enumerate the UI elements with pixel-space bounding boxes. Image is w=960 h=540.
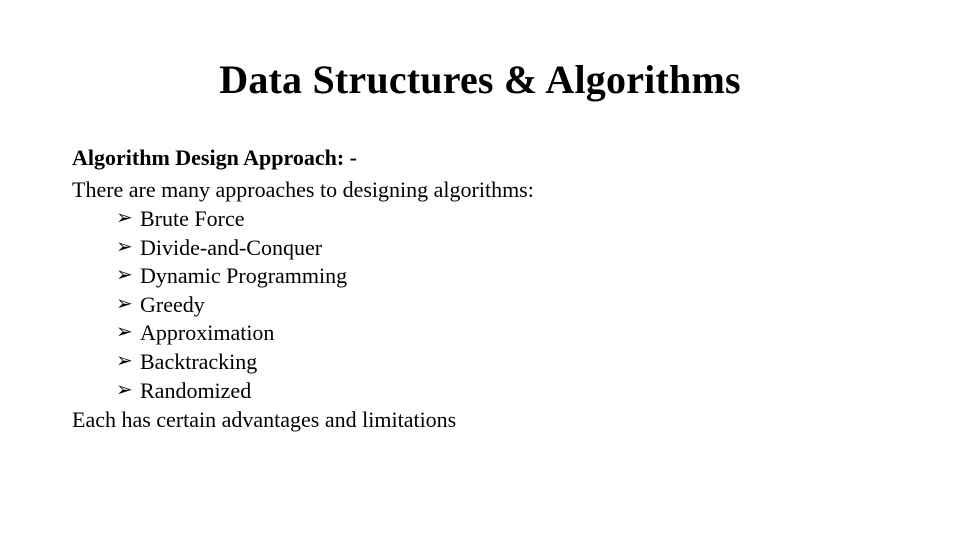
closing-line: Each has certain advantages and limitati… bbox=[72, 407, 888, 433]
approach-list: Brute Force Divide-and-Conquer Dynamic P… bbox=[116, 205, 888, 405]
list-item: Brute Force bbox=[116, 205, 888, 234]
intro-line: There are many approaches to designing a… bbox=[72, 177, 888, 203]
list-item: Divide-and-Conquer bbox=[116, 234, 888, 263]
list-item: Randomized bbox=[116, 377, 888, 406]
list-item: Dynamic Programming bbox=[116, 262, 888, 291]
section-heading: Algorithm Design Approach: - bbox=[72, 145, 888, 171]
list-item: Greedy bbox=[116, 291, 888, 320]
list-item: Approximation bbox=[116, 319, 888, 348]
list-item: Backtracking bbox=[116, 348, 888, 377]
slide-container: Data Structures & Algorithms Algorithm D… bbox=[0, 0, 960, 540]
slide-title: Data Structures & Algorithms bbox=[72, 56, 888, 103]
